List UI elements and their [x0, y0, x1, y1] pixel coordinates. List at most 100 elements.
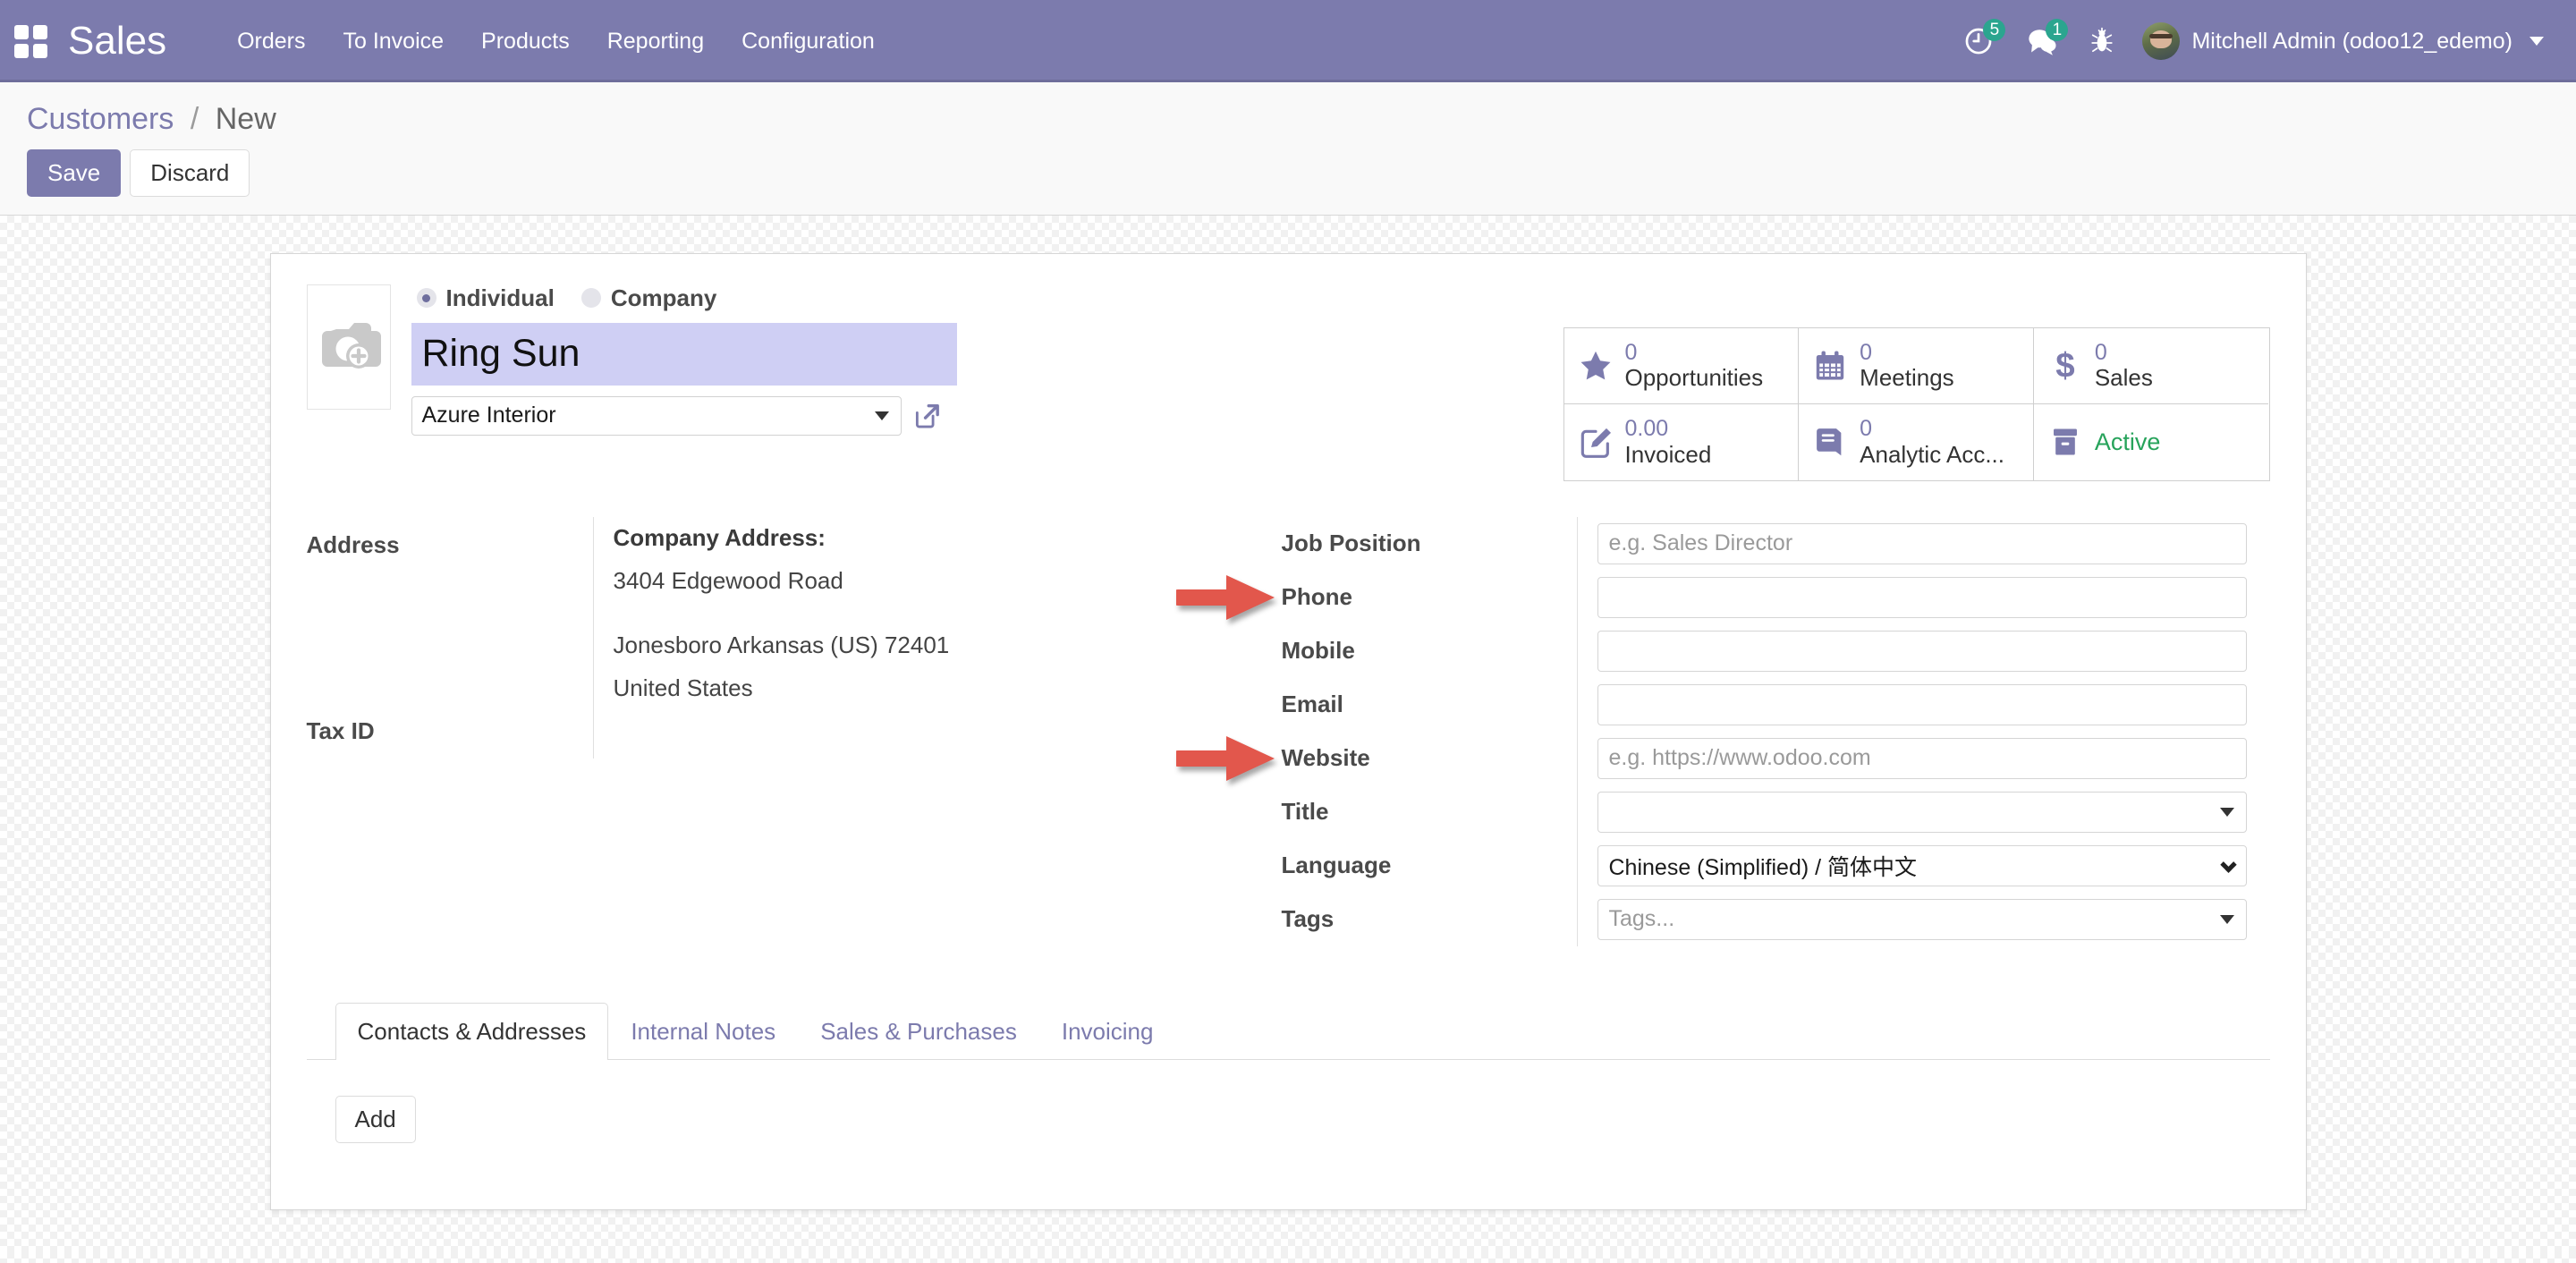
save-button[interactable]: Save — [27, 149, 122, 197]
stat-text: 0 Sales — [2095, 340, 2153, 393]
company-field-row: Azure Interior — [411, 395, 957, 436]
language-select[interactable]: Chinese (Simplified) / 简体中文 — [1597, 844, 2247, 886]
stat-button-analytic-accounts[interactable]: 0 Analytic Acc... — [1799, 404, 2034, 480]
address-values: Company Address: 3404 Edgewood Road Jone… — [592, 516, 1273, 759]
menu-item-reporting[interactable]: Reporting — [589, 18, 723, 65]
navbar-right-tools: 5 1 Mitchell Admin (odoo12_edemo) — [1947, 17, 2553, 65]
tab-panel-contacts-addresses: Add — [307, 1060, 2270, 1143]
radio-individual-label: Individual — [445, 284, 555, 311]
radio-individual[interactable]: Individual — [416, 284, 567, 312]
field-row-email — [1597, 678, 2270, 732]
radio-company-dot — [580, 288, 601, 308]
image-upload-placeholder[interactable] — [306, 284, 391, 410]
page-body: Individual Company Azure Interior — [0, 216, 2576, 1251]
debug-menu[interactable] — [2074, 18, 2130, 64]
stat-button-active-state[interactable]: Active — [2033, 404, 2269, 480]
stat-text: 0 Opportunities — [1625, 340, 1764, 393]
radio-company-label: Company — [610, 284, 717, 311]
label-email: Email — [1281, 691, 1343, 718]
stat-text: 0 Analytic Acc... — [1860, 416, 2004, 469]
form-sheet: Individual Company Azure Interior — [269, 252, 2307, 1210]
radio-company[interactable]: Company — [580, 284, 729, 312]
apps-grid-square — [32, 24, 47, 39]
breadcrumb-customers[interactable]: Customers — [27, 102, 174, 136]
menu-item-orders[interactable]: Orders — [218, 18, 324, 65]
radio-individual-dot — [416, 288, 436, 308]
stat-value: 0 — [2094, 339, 2107, 365]
stat-text: Active — [2095, 428, 2161, 456]
field-groups: Address Tax ID Company Address: 3404 Edg… — [307, 516, 2270, 946]
stat-label: Meetings — [1860, 364, 1954, 392]
address-city-state-zip: Jonesboro Arkansas (US) 72401 — [613, 632, 950, 659]
label-language: Language — [1281, 852, 1392, 879]
breadcrumb-current: New — [215, 102, 276, 136]
stat-label: Opportunities — [1624, 364, 1764, 392]
sheet-header: Individual Company Azure Interior — [306, 284, 2270, 481]
address-labels: Address Tax ID — [307, 517, 593, 759]
stat-button-invoiced[interactable]: 0.00 Invoiced — [1563, 404, 1800, 480]
stat-text: 0.00 Invoiced — [1625, 416, 1712, 469]
partner-type-radios: Individual Company — [411, 284, 957, 312]
label-tags: Tags — [1281, 905, 1335, 933]
archive-box-icon — [2046, 423, 2084, 461]
group-address: Address Tax ID Company Address: 3404 Edg… — [307, 516, 1273, 759]
tags-placeholder: Tags... — [1608, 906, 1675, 932]
main-menu: Orders To Invoice Products Reporting Con… — [218, 18, 894, 65]
tags-dropdown[interactable]: Tags... — [1597, 898, 2247, 940]
breadcrumb-separator: / — [190, 102, 199, 136]
field-row-mobile — [1597, 624, 2270, 678]
menu-item-products[interactable]: Products — [462, 18, 589, 65]
label-address: Address — [306, 531, 400, 559]
messages-menu[interactable]: 1 — [2010, 17, 2074, 65]
user-menu[interactable]: Mitchell Admin (odoo12_edemo) — [2130, 17, 2553, 65]
apps-grid-icon[interactable] — [13, 23, 48, 59]
tab-internal-notes[interactable]: Internal Notes — [608, 1003, 798, 1060]
app-brand-sales[interactable]: Sales — [68, 19, 166, 64]
field-row-job-position — [1597, 517, 2270, 571]
label-mobile: Mobile — [1281, 637, 1355, 665]
discard-button[interactable]: Discard — [130, 149, 250, 197]
stat-label: Invoiced — [1624, 440, 1712, 468]
label-job-position: Job Position — [1281, 530, 1421, 557]
menu-item-to-invoice[interactable]: To Invoice — [324, 18, 462, 65]
stat-value: 0.00 — [1624, 416, 1669, 442]
contact-detail-labels: Job Position Phone Mobile Email Website … — [1175, 517, 1577, 946]
company-address-heading: Company Address: — [613, 524, 826, 552]
label-title: Title — [1281, 798, 1329, 826]
mobile-input[interactable] — [1597, 630, 2247, 672]
apps-grid-square — [13, 24, 29, 39]
activities-count-badge: 5 — [1983, 19, 2006, 41]
title-dropdown[interactable] — [1597, 791, 2247, 833]
chevron-down-icon — [2219, 807, 2234, 817]
chevron-down-icon — [2219, 856, 2237, 873]
stat-button-sales[interactable]: $ 0 Sales — [2033, 327, 2269, 405]
email-input[interactable] — [1597, 683, 2247, 725]
status-badge: Active — [2094, 428, 2161, 455]
field-row-title — [1597, 785, 2270, 839]
partner-name-input[interactable] — [411, 322, 957, 386]
company-select[interactable]: Azure Interior — [411, 395, 902, 436]
tab-contacts-addresses[interactable]: Contacts & Addresses — [335, 1002, 609, 1060]
camera-add-icon — [321, 322, 381, 369]
tab-invoicing[interactable]: Invoicing — [1039, 1003, 1176, 1060]
label-phone: Phone — [1175, 571, 1577, 624]
page-footer-strip — [0, 1250, 2576, 1263]
job-position-input[interactable] — [1597, 522, 2247, 564]
field-row-language: Chinese (Simplified) / 简体中文 — [1597, 839, 2270, 893]
language-select-value: Chinese (Simplified) / 简体中文 — [1608, 854, 1918, 880]
breadcrumb: Customers / New — [27, 102, 2549, 137]
phone-input[interactable] — [1597, 576, 2247, 618]
add-contact-button[interactable]: Add — [335, 1095, 416, 1143]
notebook-tabs: Contacts & Addresses Internal Notes Sale… — [306, 1002, 2270, 1060]
apps-grid-square — [13, 43, 29, 58]
dollar-icon: $ — [2046, 347, 2084, 385]
messages-count-badge: 1 — [2046, 19, 2069, 41]
stat-button-opportunities[interactable]: 0 Opportunities — [1563, 327, 1800, 405]
external-link-icon[interactable] — [911, 401, 942, 431]
stat-button-meetings[interactable]: 0 Meetings — [1799, 327, 2034, 405]
record-actions: Save Discard — [27, 149, 2549, 197]
tab-sales-purchases[interactable]: Sales & Purchases — [798, 1003, 1039, 1060]
website-input[interactable] — [1597, 737, 2247, 779]
activities-menu[interactable]: 5 — [1947, 17, 2010, 65]
menu-item-configuration[interactable]: Configuration — [723, 18, 894, 65]
